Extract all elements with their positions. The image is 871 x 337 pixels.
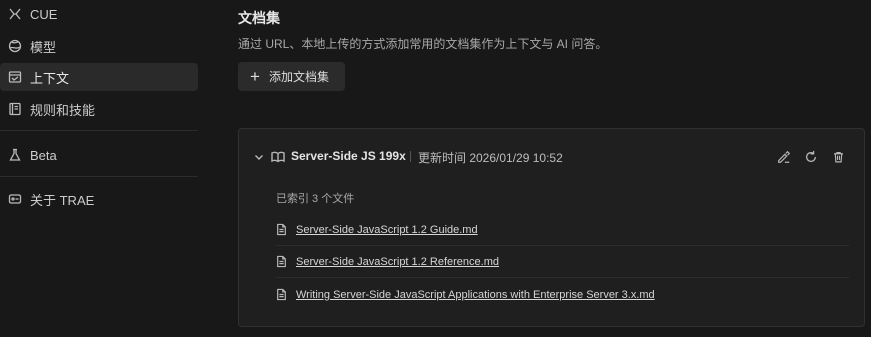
header-separator xyxy=(410,151,411,162)
open-book-icon xyxy=(271,150,285,164)
sidebar-item-label: CUE xyxy=(30,6,58,22)
file-row: Server-Side JavaScript 1.2 Reference.md xyxy=(276,246,849,278)
sidebar-item-beta[interactable]: Beta xyxy=(0,141,198,169)
sidebar-item-cue[interactable]: CUE xyxy=(0,0,198,28)
sidebar-item-about[interactable]: 关于 TRAE xyxy=(0,185,198,213)
sidebar-item-rules-skills[interactable]: 规则和技能 xyxy=(0,95,198,123)
file-icon xyxy=(276,223,289,237)
context-icon xyxy=(7,69,23,85)
sidebar-item-label: 关于 TRAE xyxy=(30,192,95,208)
file-link[interactable]: Server-Side JavaScript 1.2 Guide.md xyxy=(296,224,478,236)
file-icon xyxy=(276,288,289,302)
docset-header[interactable]: Server-Side JS 199x 更新时间 2026/01/29 10:5… xyxy=(239,129,864,185)
indexed-count: 已索引 3 个文件 xyxy=(276,193,355,205)
sidebar-item-label: 上下文 xyxy=(30,70,70,86)
file-row: Writing Server-Side JavaScript Applicati… xyxy=(276,279,849,311)
sidebar-item-label: 模型 xyxy=(30,39,57,55)
file-row: Server-Side JavaScript 1.2 Guide.md xyxy=(276,214,849,246)
sidebar-divider xyxy=(0,176,198,177)
edit-icon[interactable] xyxy=(776,149,792,165)
file-link[interactable]: Server-Side JavaScript 1.2 Reference.md xyxy=(296,256,499,268)
docset-name: Server-Side JS 199x xyxy=(291,149,406,163)
trash-icon[interactable] xyxy=(830,149,846,165)
flask-icon xyxy=(7,147,23,163)
refresh-icon[interactable] xyxy=(803,149,819,165)
plus-icon: + xyxy=(250,67,260,86)
docset-card: Server-Side JS 199x 更新时间 2026/01/29 10:5… xyxy=(238,128,865,327)
sidebar-item-context[interactable]: 上下文 xyxy=(0,63,198,91)
chevron-down-icon[interactable] xyxy=(253,150,265,162)
section-title: 文档集 xyxy=(238,10,280,26)
settings-sidebar: CUE 模型 上下文 规则和技能 Beta 关于 TRAE xyxy=(0,0,198,337)
file-link[interactable]: Writing Server-Side JavaScript Applicati… xyxy=(296,289,655,301)
sidebar-divider xyxy=(0,130,198,131)
file-icon xyxy=(276,255,289,269)
about-icon xyxy=(7,191,23,207)
book-icon xyxy=(7,101,23,117)
sidebar-item-label: 规则和技能 xyxy=(30,102,96,118)
docset-updated-time: 更新时间 2026/01/29 10:52 xyxy=(418,151,563,165)
section-description: 通过 URL、本地上传的方式添加常用的文档集作为上下文与 AI 问答。 xyxy=(238,37,608,51)
add-docset-button[interactable]: + 添加文档集 xyxy=(238,62,345,91)
globe-icon xyxy=(7,38,23,54)
sidebar-item-label: Beta xyxy=(30,147,57,163)
add-docset-label: 添加文档集 xyxy=(268,70,329,84)
sidebar-item-models[interactable]: 模型 xyxy=(0,32,198,60)
cue-icon xyxy=(7,6,23,22)
